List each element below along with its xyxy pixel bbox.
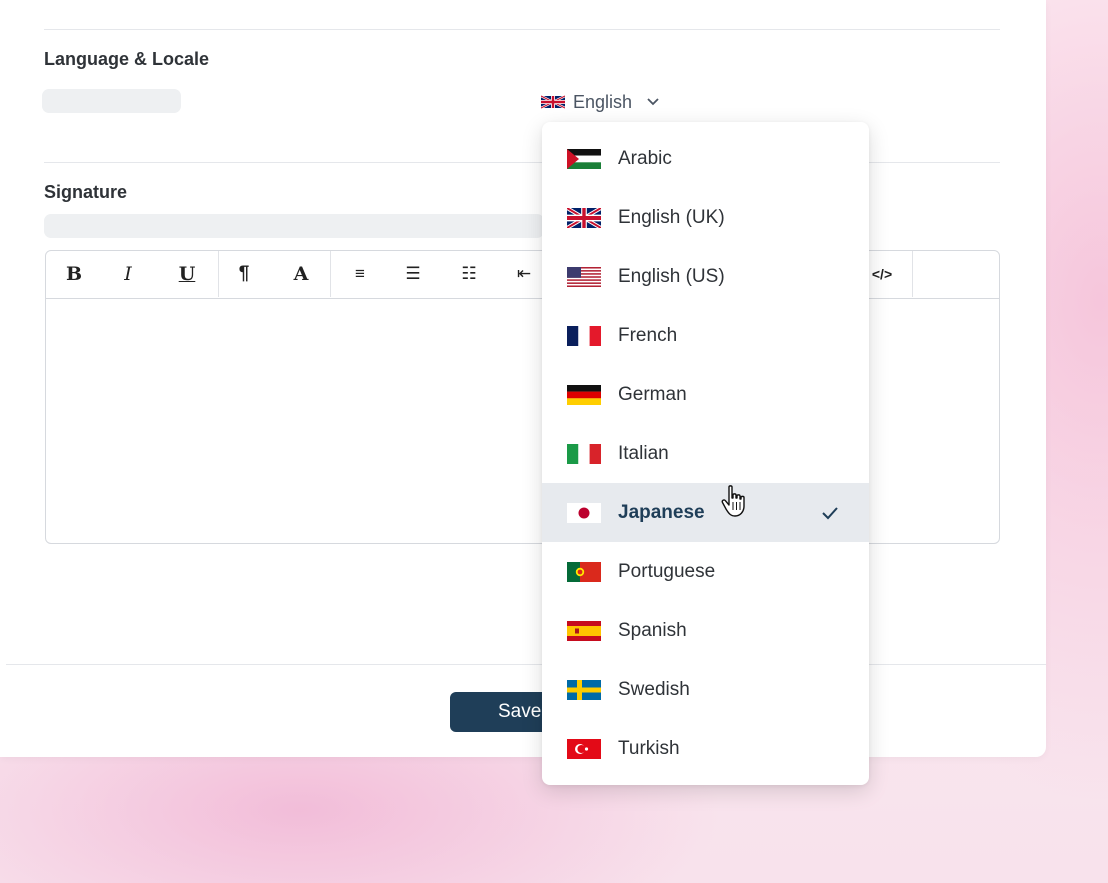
save-button-label: Save (498, 701, 542, 722)
language-option-french[interactable]: French (542, 306, 869, 365)
germany-flag-icon (567, 384, 601, 405)
numbered-list-button[interactable]: ☷ (447, 251, 491, 297)
language-option-label: Spanish (618, 619, 687, 641)
language-option-label: Italian (618, 442, 669, 464)
us-flag-icon (567, 266, 601, 287)
arabic-flag-icon (567, 148, 601, 169)
turkey-flag-icon (567, 738, 601, 759)
language-option-label: French (618, 324, 678, 346)
portugal-flag-icon (567, 561, 601, 582)
bold-button[interactable]: B (52, 251, 96, 297)
check-icon (822, 506, 838, 519)
chevron-down-icon (647, 98, 659, 106)
language-option-turkish[interactable]: Turkish (542, 719, 869, 778)
italy-flag-icon (567, 443, 601, 464)
france-flag-icon (567, 325, 601, 346)
toolbar-separator (912, 251, 913, 297)
uk-flag-icon (541, 95, 565, 109)
language-select-value: English (573, 91, 633, 112)
divider (44, 29, 1000, 30)
language-option-label: English (UK) (618, 206, 725, 228)
signature-section-title: Signature (44, 182, 128, 202)
text-color-button[interactable]: A (279, 251, 323, 297)
language-option-english-us[interactable]: English (US) (542, 247, 869, 306)
language-select[interactable]: English (541, 88, 660, 116)
language-option-label: Portuguese (618, 560, 716, 582)
language-dropdown-menu: Arabic English (UK) English (US) French (542, 122, 869, 785)
spain-flag-icon (567, 620, 601, 641)
language-option-arabic[interactable]: Arabic (542, 129, 869, 188)
language-option-english-uk[interactable]: English (UK) (542, 188, 869, 247)
italic-button[interactable]: I (106, 251, 150, 297)
language-option-german[interactable]: German (542, 365, 869, 424)
language-option-swedish[interactable]: Swedish (542, 660, 869, 719)
language-option-portuguese[interactable]: Portuguese (542, 542, 869, 601)
language-section-title: Language & Locale (44, 49, 210, 69)
japan-flag-icon (567, 502, 601, 523)
paragraph-button[interactable]: ¶ (222, 251, 266, 297)
language-option-spanish[interactable]: Spanish (542, 601, 869, 660)
language-option-label: Turkish (618, 737, 680, 759)
language-option-label: Arabic (618, 147, 672, 169)
language-option-label: English (US) (618, 265, 725, 287)
language-option-label: Swedish (618, 678, 690, 700)
align-left-button[interactable]: ≡ (338, 251, 382, 297)
placeholder-skeleton (44, 214, 544, 238)
bullet-list-button[interactable]: ☰ (391, 251, 435, 297)
language-option-label: German (618, 383, 687, 405)
settings-panel: Language & Locale English Signature B I … (0, 0, 1046, 757)
language-option-japanese[interactable]: Japanese (542, 483, 869, 542)
toolbar-separator (330, 251, 331, 297)
hand-pointer-cursor-icon (721, 485, 745, 517)
outdent-button[interactable]: ⇤ (506, 251, 542, 297)
language-option-italian[interactable]: Italian (542, 424, 869, 483)
language-option-label: Japanese (618, 501, 705, 523)
footer-divider (6, 664, 1046, 665)
toolbar-separator (218, 251, 219, 297)
sweden-flag-icon (567, 679, 601, 700)
underline-button[interactable]: U (165, 251, 209, 297)
placeholder-skeleton (42, 89, 181, 113)
uk-flag-icon (567, 207, 601, 228)
